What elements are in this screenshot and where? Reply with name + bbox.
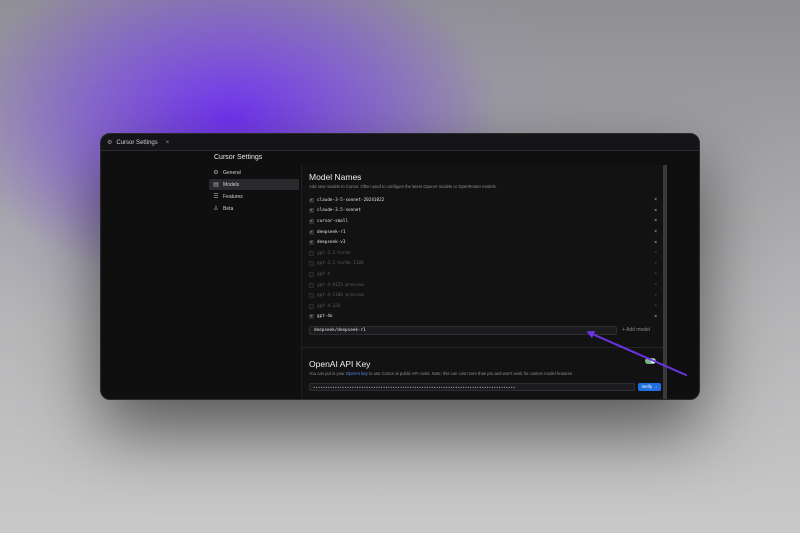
model-checkbox[interactable] <box>309 293 314 299</box>
model-name: gpt-4-0125-preview <box>317 282 364 288</box>
scrollbar[interactable] <box>663 165 667 399</box>
remove-model-icon[interactable]: × <box>654 197 657 203</box>
model-name: cursor-small <box>317 218 349 224</box>
model-list: ✓ claude-3-5-sonnet-20241022 × ✓ claude-3.5-… <box>309 195 659 322</box>
main-content: Model Names Add new models to Cursor. Of… <box>301 165 666 399</box>
model-row: gpt-3.5-turbo × <box>309 248 659 259</box>
page-title: Cursor Settings <box>214 154 263 161</box>
sidebar-item-beta[interactable]: ♙ Beta <box>209 203 299 214</box>
model-name: deepseek-v3 <box>317 240 346 246</box>
tab-title: Cursor Settings <box>116 139 158 146</box>
model-name: gpt-4 <box>317 271 330 277</box>
model-checkbox[interactable]: ✓ <box>309 314 314 320</box>
model-row: ✓ cursor-small × <box>309 216 659 227</box>
remove-model-icon[interactable]: × <box>654 282 657 288</box>
model-checkbox[interactable]: ✓ <box>309 197 314 203</box>
remove-model-icon[interactable]: × <box>654 303 657 309</box>
remove-model-icon[interactable]: × <box>654 229 657 235</box>
model-names-description: Add new models to Cursor. Often used to … <box>309 184 497 189</box>
remove-model-icon[interactable]: × <box>654 271 657 277</box>
model-name: claude-3.5-sonnet <box>317 208 361 214</box>
model-row: gpt-4-0125-preview × <box>309 280 659 291</box>
model-row: ✓ deepseek-v3 × <box>309 237 659 248</box>
model-row: gpt-4-1106-preview × <box>309 290 659 301</box>
gear-icon: ⚙ <box>213 170 219 176</box>
model-checkbox[interactable] <box>309 303 314 309</box>
sidebar-item-label: Beta <box>223 205 234 212</box>
remove-model-icon[interactable]: × <box>654 218 657 224</box>
openai-key-toggle[interactable] <box>645 358 656 364</box>
add-model-button[interactable]: + Add model <box>622 326 650 335</box>
new-model-input[interactable]: deepseek/deepseek-r1 <box>309 326 617 335</box>
sidebar-item-label: Models <box>223 181 240 188</box>
openai-desc-suffix: to use Cursor at public API costs. Note:… <box>367 371 574 376</box>
settings-window: ⚙ Cursor Settings × Cursor Settings ⚙ Gen… <box>100 133 700 400</box>
model-checkbox[interactable]: ✓ <box>309 240 314 246</box>
gear-icon: ⚙ <box>107 140 113 146</box>
model-name: deepseek-r1 <box>317 229 346 235</box>
sidebar: ⚙ General ▤ Models ☰ Features ♙ Beta <box>209 167 299 215</box>
remove-model-icon[interactable]: × <box>654 261 657 267</box>
model-name: gpt-4-1106-preview <box>317 293 364 299</box>
model-name: gpt-3.5-turbo-1106 <box>317 261 364 267</box>
model-checkbox[interactable] <box>309 261 314 267</box>
model-row: gpt-4 × <box>309 269 659 280</box>
model-row: gpt-4-32k × <box>309 301 659 312</box>
openai-key-description: You can put in your OpenAI key to use Cu… <box>309 371 573 376</box>
sidebar-item-label: General <box>223 169 241 176</box>
model-checkbox[interactable]: ✓ <box>309 208 314 214</box>
openai-key-link[interactable]: OpenAI key <box>346 371 368 376</box>
section-divider <box>302 347 666 348</box>
remove-model-icon[interactable]: × <box>654 293 657 299</box>
remove-model-icon[interactable]: × <box>654 250 657 256</box>
model-checkbox[interactable] <box>309 282 314 288</box>
model-name: gpt-4-32k <box>317 303 341 309</box>
model-row: ✓ deepseek-r1 × <box>309 227 659 238</box>
sidebar-item-models[interactable]: ▤ Models <box>209 179 299 190</box>
model-checkbox[interactable]: ✓ <box>309 229 314 235</box>
grid-icon: ▤ <box>213 182 219 188</box>
model-checkbox[interactable]: ✓ <box>309 218 314 224</box>
tab-cursor-settings[interactable]: ⚙ Cursor Settings × <box>107 136 169 149</box>
model-name: claude-3-5-sonnet-20241022 <box>317 197 385 203</box>
tab-bar: ⚙ Cursor Settings × <box>101 134 699 151</box>
sidebar-item-label: Features <box>223 193 243 200</box>
model-name: gpt-3.5-turbo <box>317 250 351 256</box>
openai-key-input[interactable]: ••••••••••••••••••••••••••••••••••••••••… <box>309 383 635 391</box>
model-name: gpt-4o <box>317 314 333 320</box>
sidebar-item-general[interactable]: ⚙ General <box>209 167 299 178</box>
model-row: ✓ gpt-4o × <box>309 312 659 323</box>
toggle-knob <box>651 359 655 363</box>
model-row: gpt-3.5-turbo-1106 × <box>309 259 659 270</box>
remove-model-icon[interactable]: × <box>654 314 657 320</box>
sidebar-item-features[interactable]: ☰ Features <box>209 191 299 202</box>
model-row: ✓ claude-3.5-sonnet × <box>309 206 659 217</box>
close-icon[interactable]: × <box>166 140 170 146</box>
model-checkbox[interactable] <box>309 250 314 256</box>
scrollbar-thumb[interactable] <box>663 165 667 399</box>
openai-key-title: OpenAI API Key <box>309 359 371 369</box>
openai-desc-prefix: You can put in your <box>309 371 346 376</box>
model-checkbox[interactable] <box>309 271 314 277</box>
remove-model-icon[interactable]: × <box>654 208 657 214</box>
verify-button[interactable]: Verify → <box>638 383 661 391</box>
model-names-title: Model Names <box>309 172 362 182</box>
model-row: ✓ claude-3-5-sonnet-20241022 × <box>309 195 659 206</box>
sliders-icon: ☰ <box>213 194 219 200</box>
remove-model-icon[interactable]: × <box>654 240 657 246</box>
user-icon: ♙ <box>213 206 219 212</box>
